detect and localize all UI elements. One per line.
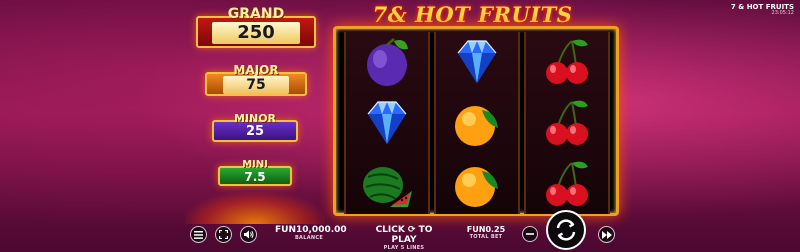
jackpot-major-value: 75 (223, 76, 289, 94)
jackpot-grand-value: 250 (212, 22, 300, 44)
reel-3-cell-2 (526, 93, 608, 153)
spin-arrows-icon (556, 219, 576, 241)
cherry-icon (546, 100, 588, 145)
play-lines-label: PLAY 5 LINES (383, 245, 425, 251)
balance-display: FUN10,000.00 BALANCE (275, 225, 347, 241)
reel-3-cell-3 (526, 154, 608, 214)
jackpot-major-label: MAJOR (233, 63, 279, 77)
cherry-icon (546, 39, 588, 84)
diamond-icon (367, 101, 407, 144)
clock: 23:05:12 (771, 10, 794, 17)
fast-forward-icon (601, 230, 612, 239)
speaker-icon (243, 230, 253, 239)
bet-value: FUN0.25 (466, 225, 506, 234)
bet-label: TOTAL BET (469, 234, 503, 240)
sound-button[interactable] (240, 226, 257, 243)
minus-icon (526, 233, 534, 235)
plum-icon (367, 38, 408, 86)
game-logo: 7& HOT FRUITS (372, 2, 573, 27)
bet-decrease-button[interactable] (522, 226, 538, 242)
reel-3-cell-1 (526, 32, 608, 92)
jackpot-grand: GRAND 250 (196, 6, 316, 48)
balance-value: FUN10,000.00 (275, 225, 347, 235)
jackpot-mini: MINI 7.5 (218, 159, 292, 186)
spin-button[interactable] (546, 210, 586, 250)
reel-3 (524, 32, 610, 214)
reel-1-cell-3 (346, 154, 428, 214)
balance-label: BALANCE (294, 235, 324, 241)
menu-button[interactable] (190, 226, 207, 243)
reel-2-cell-2 (436, 93, 518, 153)
jackpot-minor: MINOR 25 (212, 112, 298, 142)
reel-1-cell-2 (346, 93, 428, 153)
orange-icon (455, 106, 498, 146)
jackpot-mini-value: 7.5 (244, 170, 266, 184)
autoplay-button[interactable] (598, 226, 615, 243)
reels-frame (333, 26, 619, 216)
bet-display: FUN0.25 TOTAL BET (458, 225, 514, 240)
fire-decoration (185, 192, 325, 224)
diamond-icon (457, 40, 497, 83)
click-to-play-text: CLICK ⟳ TO PLAY (375, 225, 433, 245)
reel-1 (344, 32, 430, 214)
title-bar: 7 & HOT FRUITS 23:05:12 (731, 3, 794, 17)
cherry-icon (546, 161, 588, 206)
jackpot-minor-value: 25 (245, 124, 265, 139)
reel-2 (434, 32, 520, 214)
jackpot-mini-label: MINI (242, 159, 268, 170)
click-to-play[interactable]: CLICK ⟳ TO PLAY PLAY 5 LINES (365, 225, 443, 251)
fullscreen-button[interactable] (215, 226, 232, 243)
watermelon-icon (363, 167, 412, 207)
jackpot-grand-label: GRAND (227, 6, 285, 22)
reel-2-cell-1 (436, 32, 518, 92)
jackpot-major: MAJOR 75 (205, 63, 307, 96)
fullscreen-icon (219, 230, 228, 239)
hamburger-icon (194, 230, 203, 239)
reel-2-cell-3 (436, 154, 518, 214)
orange-icon (455, 167, 498, 207)
reel-1-cell-1 (346, 32, 428, 92)
